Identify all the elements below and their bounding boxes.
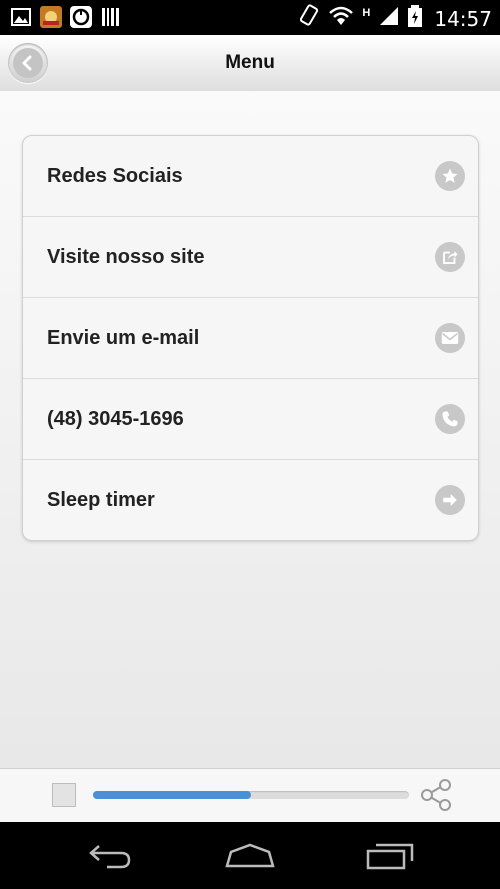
system-nav-bar [0,822,500,889]
header-bar: Menu [0,35,500,92]
signal-icon [378,5,400,32]
menu-item-visite-site[interactable]: Visite nosso site [23,217,478,298]
star-icon [435,161,465,191]
status-bar: H 14:57 [0,0,500,35]
playback-progress[interactable] [93,791,409,799]
page-title: Menu [225,52,275,73]
rotate-icon [298,4,320,33]
external-link-icon [435,242,465,272]
gallery-notification-icon [10,6,32,28]
clock: 14:57 [434,6,492,31]
nav-home-button[interactable] [220,840,280,872]
menu-item-redes-sociais[interactable]: Redes Sociais [23,136,478,217]
wifi-icon [328,6,354,31]
nav-recents-icon [366,843,414,870]
menu-item-label: (48) 3045-1696 [47,407,184,430]
share-icon[interactable] [418,777,454,813]
arrow-right-icon [435,485,465,515]
menu-item-email[interactable]: Envie um e-mail [23,298,478,379]
menu-item-label: Visite nosso site [47,245,205,268]
google-plus-notification-icon [70,6,92,28]
nav-recents-button[interactable] [360,840,420,872]
progress-fill [93,791,251,799]
menu-item-label: Envie um e-mail [47,326,200,349]
menu-item-phone[interactable]: (48) 3045-1696 [23,379,478,460]
menu-list: Redes Sociais Visite nosso site Envie um… [22,135,479,541]
menu-item-label: Sleep timer [47,488,155,511]
phone-icon [435,404,465,434]
app-notification-icon [40,6,62,28]
menu-item-sleep-timer[interactable]: Sleep timer [23,460,478,540]
nav-home-icon [225,843,275,868]
barcode-notification-icon [100,6,122,28]
notification-icons [10,6,122,28]
stop-checkbox[interactable] [52,783,76,807]
mail-icon [435,323,465,353]
menu-item-label: Redes Sociais [47,164,183,187]
network-type-label: H [362,6,371,19]
main-content: Redes Sociais Visite nosso site Envie um… [0,91,500,768]
nav-back-button[interactable] [80,840,140,872]
system-icons: H 14:57 [298,4,492,33]
nav-back-icon [89,845,131,869]
player-bar [0,768,500,823]
battery-icon [408,5,423,32]
